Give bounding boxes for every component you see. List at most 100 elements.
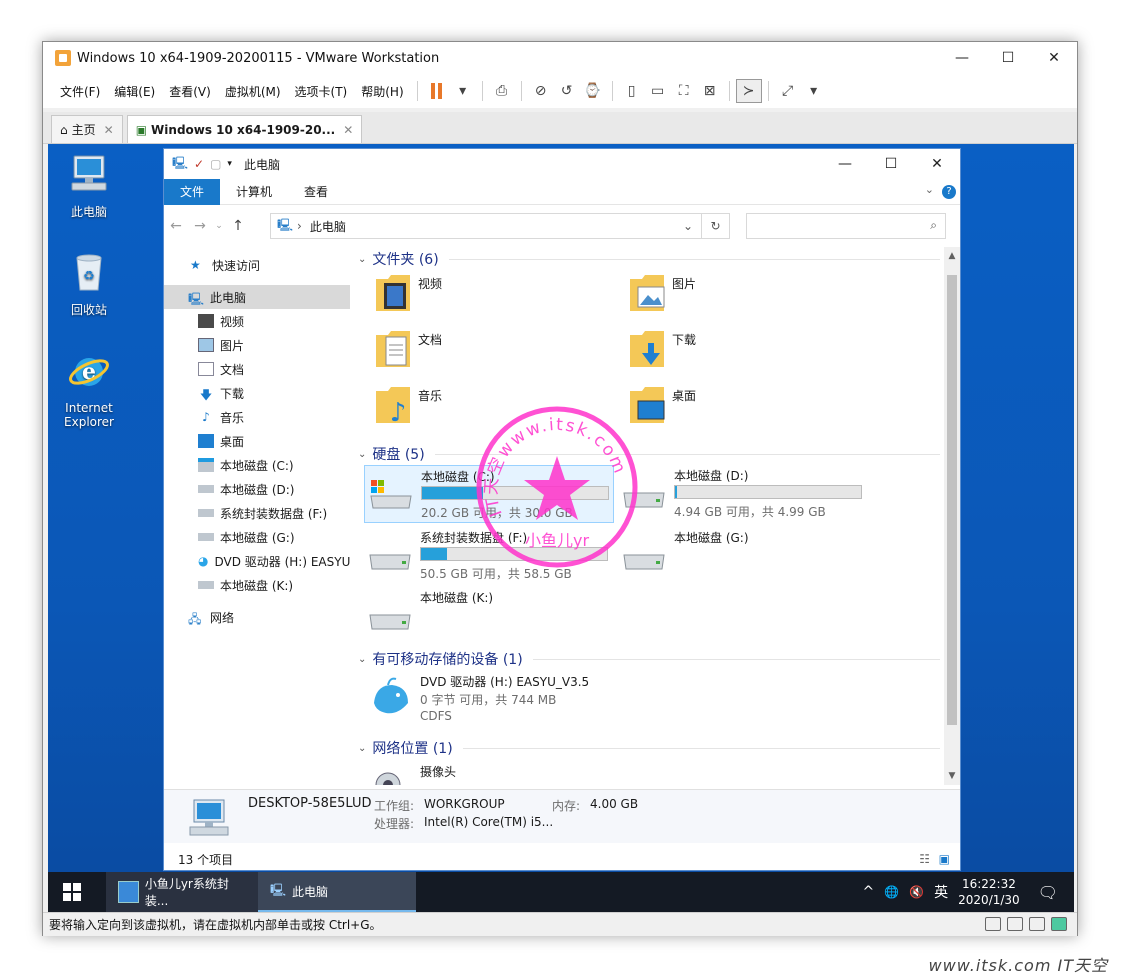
chevron-down-icon[interactable]: ▾ <box>227 159 232 169</box>
close-button[interactable]: ✕ <box>1031 42 1077 74</box>
desktop-icon-internet-explorer[interactable]: e Internet Explorer <box>50 348 128 429</box>
new-folder-icon[interactable]: ▢ <box>210 157 221 171</box>
input-method-indicator[interactable]: 英 <box>934 882 948 902</box>
properties-icon[interactable]: ✓ <box>194 157 204 171</box>
menu-help[interactable]: 帮助(H) <box>354 83 410 100</box>
stretch-icon[interactable]: ⤢ <box>775 79 801 103</box>
network-globe-icon[interactable]: 🌐 <box>884 885 899 899</box>
drive-dvd-h[interactable]: DVD 驱动器 (H:) EASYU_V3.5 0 字节 可用，共 744 MB… <box>364 671 664 729</box>
address-bar[interactable]: 🖳 › 此电脑 ⌄ <box>270 213 702 239</box>
recent-chevron-icon[interactable]: ⌄ <box>212 221 226 231</box>
taskbar-app-this-pc[interactable]: 🖳 此电脑 <box>258 872 416 912</box>
group-removable-header[interactable]: ⌄ 有可移动存储的设备 (1) <box>358 649 940 669</box>
forward-arrow-icon[interactable]: → <box>188 218 212 234</box>
windows-start-icon[interactable] <box>48 872 96 912</box>
nav-item-pictures[interactable]: 图片 <box>164 333 350 357</box>
tiles-view-icon[interactable]: ▣ <box>939 852 950 866</box>
nav-item-dvd-h[interactable]: ◕ DVD 驱动器 (H:) EASYU <box>164 549 350 573</box>
folder-documents[interactable]: 文档 <box>374 327 614 377</box>
breadcrumb[interactable]: 此电脑 <box>310 218 346 235</box>
usb-status-icon[interactable] <box>1029 917 1045 931</box>
nav-item-desktop[interactable]: 桌面 <box>164 429 350 453</box>
maximize-button[interactable]: ☐ <box>868 149 914 179</box>
ribbon-tab-file[interactable]: 文件 <box>164 178 221 205</box>
expand-ribbon-icon[interactable]: ⌄ <box>925 183 934 196</box>
hard-disk-status-icon[interactable] <box>985 917 1001 931</box>
close-icon[interactable]: ✕ <box>104 123 114 137</box>
group-drives-header[interactable]: ⌄ 硬盘 (5) <box>358 444 940 464</box>
folder-music[interactable]: ♪ 音乐 <box>374 383 614 433</box>
group-folders-header[interactable]: ⌄ 文件夹 (6) <box>358 249 940 269</box>
scrollbar-thumb[interactable] <box>947 275 957 725</box>
details-view-icon[interactable]: ☷ <box>919 852 930 866</box>
desktop-icon-this-pc[interactable]: 此电脑 <box>50 150 128 220</box>
menu-file[interactable]: 文件(F) <box>53 83 107 100</box>
scroll-down-icon[interactable]: ▼ <box>944 771 960 781</box>
folder-desktop[interactable]: 桌面 <box>628 383 868 433</box>
nav-item-videos[interactable]: 视频 <box>164 309 350 333</box>
nav-item-downloads[interactable]: 🡇 下载 <box>164 381 350 405</box>
chevron-down-icon[interactable]: ▾ <box>801 79 827 103</box>
message-status-icon[interactable] <box>1051 917 1067 931</box>
console-icon[interactable]: ≻ <box>735 79 762 103</box>
snapshot-icon[interactable]: ⊘ <box>528 79 554 103</box>
ribbon-tab-computer[interactable]: 计算机 <box>220 179 288 205</box>
nav-item-drive-k[interactable]: 本地磁盘 (K:) <box>164 573 350 597</box>
nav-item-music[interactable]: ♪ 音乐 <box>164 405 350 429</box>
address-dropdown-icon[interactable]: ⌄ <box>683 219 693 233</box>
search-input[interactable]: ⌕ <box>746 213 946 239</box>
minimize-button[interactable]: — <box>939 42 985 74</box>
tab-home[interactable]: ⌂ 主页 ✕ <box>51 115 123 143</box>
close-button[interactable]: ✕ <box>914 149 960 179</box>
drive-d[interactable]: 本地磁盘 (D:) 4.94 GB 可用，共 4.99 GB <box>618 465 868 523</box>
scroll-up-icon[interactable]: ▲ <box>944 251 960 261</box>
network-status-icon[interactable] <box>1007 917 1023 931</box>
desktop-icon-recycle-bin[interactable]: ♻ 回收站 <box>50 248 128 318</box>
drive-g[interactable]: 本地磁盘 (G:) <box>618 527 868 585</box>
content-pane[interactable]: ⌄ 文件夹 (6) 视频 图片 文档 下载 ♪ 音乐 桌面 ⌄ 硬盘 (5) 本… <box>354 247 944 785</box>
chevron-down-icon[interactable]: ▾ <box>450 79 476 103</box>
menu-vm[interactable]: 虚拟机(M) <box>218 83 288 100</box>
snapshot-manager-icon[interactable]: ⌚ <box>580 79 606 103</box>
menu-tabs[interactable]: 选项卡(T) <box>288 83 355 100</box>
close-icon[interactable]: ✕ <box>343 123 353 137</box>
menu-edit[interactable]: 编辑(E) <box>107 83 162 100</box>
back-arrow-icon[interactable]: ← <box>164 218 188 234</box>
nav-item-drive-c[interactable]: 本地磁盘 (C:) <box>164 453 350 477</box>
library-icon[interactable]: ▯ <box>619 79 645 103</box>
folder-pictures[interactable]: 图片 <box>628 271 868 321</box>
up-arrow-icon[interactable]: ↑ <box>226 218 250 234</box>
taskbar-app-packaging-tool[interactable]: 小鱼儿yr系统封装... <box>106 872 258 912</box>
tab-vm[interactable]: ▣ Windows 10 x64-1909-20... ✕ <box>126 115 363 143</box>
nav-network[interactable]: 🖧 网络 <box>164 605 350 629</box>
volume-muted-icon[interactable]: 🔇 <box>909 885 924 899</box>
group-network-header[interactable]: ⌄ 网络位置 (1) <box>358 738 940 758</box>
folder-downloads[interactable]: 下载 <box>628 327 868 377</box>
fullscreen-icon[interactable]: ⛶ <box>671 79 697 103</box>
refresh-icon[interactable]: ↻ <box>702 213 730 239</box>
revert-snapshot-icon[interactable]: ↺ <box>554 79 580 103</box>
pause-icon[interactable] <box>424 79 450 103</box>
thumbnail-bar-icon[interactable]: ▭ <box>645 79 671 103</box>
chevron-up-icon[interactable]: ^ <box>863 884 875 900</box>
folder-videos[interactable]: 视频 <box>374 271 614 321</box>
clock[interactable]: 16:22:32 2020/1/30 <box>958 876 1020 908</box>
drive-f[interactable]: 系统封装数据盘 (F:) 50.5 GB 可用，共 58.5 GB <box>364 527 614 585</box>
send-ctrl-alt-del-icon[interactable]: ⎙ <box>489 79 515 103</box>
content-scrollbar[interactable]: ▲ ▼ <box>944 247 960 785</box>
nav-item-drive-g[interactable]: 本地磁盘 (G:) <box>164 525 350 549</box>
nav-quick-access[interactable]: ★ 快速访问 <box>164 253 350 277</box>
drive-k[interactable]: 本地磁盘 (K:) <box>364 587 614 645</box>
nav-item-drive-d[interactable]: 本地磁盘 (D:) <box>164 477 350 501</box>
help-icon[interactable]: ? <box>942 185 956 199</box>
unity-icon[interactable]: ⊠ <box>697 79 723 103</box>
nav-item-documents[interactable]: 文档 <box>164 357 350 381</box>
minimize-button[interactable]: — <box>822 149 868 179</box>
maximize-button[interactable]: ☐ <box>985 42 1031 74</box>
notification-icon[interactable]: 🗨 <box>1038 883 1058 902</box>
network-item-camera[interactable]: 摄像头 <box>364 761 614 785</box>
ribbon-tab-view[interactable]: 查看 <box>288 179 344 205</box>
menu-view[interactable]: 查看(V) <box>162 83 218 100</box>
drive-c[interactable]: 本地磁盘 (C:) 20.2 GB 可用，共 30.0 GB <box>364 465 614 523</box>
guest-desktop[interactable]: 此电脑 ♻ 回收站 e Internet Explorer 🖳 ✓ ▢ ▾ 此电… <box>48 144 1074 912</box>
